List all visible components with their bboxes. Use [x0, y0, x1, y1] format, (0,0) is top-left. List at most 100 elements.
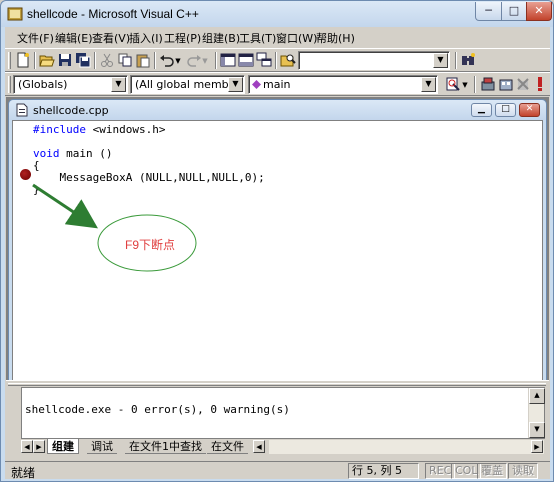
output-text-area[interactable]: shellcode.exe - 0 error(s), 0 warning(s)… — [21, 387, 545, 439]
visual-cpp-app-icon — [7, 7, 23, 21]
output-tabs: ◀ ▶ 组建 调试 在文件1中查找 在文件 ◀ ▶ — [21, 439, 545, 455]
execute-button[interactable] — [531, 76, 549, 94]
filter-combo-dropdown[interactable]: ▼ — [228, 77, 243, 92]
minimize-button[interactable]: ─ — [475, 2, 502, 21]
find-combo-dropdown[interactable]: ▼ — [433, 53, 448, 68]
tab-find-in-files-1[interactable]: 在文件1中查找 — [125, 439, 206, 454]
find-button[interactable] — [459, 52, 477, 70]
undo-dropdown[interactable]: ▼ — [173, 52, 183, 70]
output-pane-grip[interactable] — [8, 383, 546, 386]
menu-insert[interactable]: 插入(I) — [129, 30, 163, 46]
toolbar-separator — [94, 52, 96, 69]
output-vertical-scrollbar[interactable]: ▲ ▼ — [528, 388, 545, 438]
method-icon — [252, 80, 261, 89]
build-icon — [499, 79, 513, 91]
status-bar: 就绪 行 5, 列 5 REC COL 覆盖 读取 — [5, 461, 550, 480]
toolbar-separator — [154, 52, 156, 69]
find-combo[interactable]: ▼ — [298, 51, 450, 70]
open-button[interactable] — [38, 52, 56, 70]
paste-icon — [136, 54, 150, 68]
output-pane: shellcode.exe - 0 error(s), 0 warning(s)… — [6, 380, 549, 460]
scroll-down-button[interactable]: ▼ — [529, 422, 545, 438]
workspace-icon — [220, 53, 236, 67]
menu-view[interactable]: 查看(V) — [92, 30, 130, 46]
tab-build[interactable]: 组建 — [47, 439, 79, 454]
redo-dropdown[interactable]: ▼ — [200, 52, 210, 70]
annotation-text: F9下断点 — [125, 238, 176, 252]
toolbar-separator — [275, 52, 277, 69]
tabs-scroll-right-button[interactable]: ▶ — [33, 440, 45, 453]
build-button[interactable] — [497, 76, 515, 94]
save-all-icon — [76, 53, 91, 68]
member-combo-dropdown[interactable]: ▼ — [421, 77, 436, 92]
copy-icon — [118, 53, 132, 67]
toolbar-grip[interactable] — [8, 76, 11, 93]
save-all-button[interactable] — [74, 52, 92, 70]
menu-help[interactable]: 帮助(H) — [316, 30, 355, 46]
toolbar-separator — [215, 52, 217, 69]
overwrite-indicator: 覆盖 — [477, 463, 507, 479]
client-area: 文件(F) 编辑(E) 查看(V) 插入(I) 工程(P) 组建(B) 工具(T… — [5, 27, 550, 480]
annotation-overlay — [32, 183, 197, 272]
menu-build[interactable]: 组建(B) — [202, 30, 240, 46]
open-folder-icon — [39, 55, 55, 67]
window-list-icon — [256, 52, 272, 67]
class-combo[interactable]: (Globals) ▼ — [13, 75, 128, 94]
filter-combo[interactable]: (All global members ▼ — [130, 75, 245, 94]
menu-bar: 文件(F) 编辑(E) 查看(V) 插入(I) 工程(P) 组建(B) 工具(T… — [5, 27, 550, 47]
build-output-text: shellcode.exe - 0 error(s), 0 warning(s) — [25, 403, 290, 416]
wizard-action-dropdown[interactable]: ▼ — [460, 76, 470, 94]
compile-icon — [481, 77, 495, 91]
stop-build-icon — [517, 78, 529, 90]
toolbar-grip[interactable] — [8, 52, 11, 69]
save-icon — [59, 54, 71, 66]
menu-edit[interactable]: 编辑(E) — [55, 30, 93, 46]
cpp-file-icon — [16, 103, 28, 117]
document-maximize-button[interactable]: □ — [495, 103, 516, 117]
document-minimize-button[interactable]: ▁ — [471, 103, 492, 117]
menu-project[interactable]: 工程(P) — [164, 30, 201, 46]
standard-toolbar: ▼ ▼ ▼ — [5, 48, 550, 72]
binoculars-icon — [462, 53, 475, 65]
class-combo-dropdown[interactable]: ▼ — [111, 77, 126, 92]
document-title-bar[interactable]: shellcode.cpp ▁ □ ✕ — [9, 100, 546, 120]
menu-tools[interactable]: 工具(T) — [239, 30, 276, 46]
paste-button[interactable] — [134, 52, 152, 70]
tabs-hscroll-left-button[interactable]: ◀ — [253, 440, 265, 453]
toolbar-separator — [474, 76, 476, 93]
document-window: shellcode.cpp ▁ □ ✕ #include <windows.h>… — [8, 99, 547, 401]
close-button[interactable]: ✕ — [526, 2, 552, 21]
copy-button[interactable] — [116, 52, 134, 70]
menu-window[interactable]: 窗口(W) — [276, 30, 317, 46]
annotation-arrow — [32, 183, 98, 229]
wizard-bar: (Globals) ▼ (All global members ▼ main ▼… — [5, 72, 550, 96]
scroll-up-button[interactable]: ▲ — [529, 388, 545, 404]
stop-build-button[interactable] — [514, 76, 532, 94]
output-horizontal-scrollbar[interactable] — [269, 440, 544, 454]
find-in-files-icon — [280, 54, 296, 67]
maximize-button[interactable]: □ — [501, 2, 527, 21]
exclamation-icon — [538, 77, 542, 91]
code-editor[interactable]: #include <windows.h> void main () { Mess… — [12, 120, 543, 398]
tab-debug[interactable]: 调试 — [87, 439, 117, 454]
mdi-client-area: shellcode.cpp ▁ □ ✕ #include <windows.h>… — [6, 97, 549, 403]
window-list-button[interactable] — [255, 52, 273, 70]
save-button[interactable] — [56, 52, 74, 70]
new-file-button[interactable] — [14, 52, 32, 70]
member-combo[interactable]: main ▼ — [248, 75, 438, 94]
tabs-scroll-left-button[interactable]: ◀ — [21, 440, 33, 453]
wizard-action-icon — [446, 77, 460, 91]
workspace-button[interactable] — [219, 52, 237, 70]
cut-icon — [101, 53, 113, 67]
cut-button[interactable] — [98, 52, 116, 70]
compile-button[interactable] — [479, 76, 497, 94]
title-bar[interactable]: shellcode - Microsoft Visual C++ ─ □ ✕ — [1, 1, 553, 27]
tab-find-in-files-2[interactable]: 在文件 — [207, 439, 248, 454]
find-in-files-button[interactable] — [279, 52, 297, 70]
document-close-button[interactable]: ✕ — [519, 103, 540, 117]
read-only-indicator: 读取 — [508, 463, 538, 479]
output-window-button[interactable] — [237, 52, 255, 70]
hscroll-right-button[interactable]: ▶ — [531, 440, 543, 453]
menu-file[interactable]: 文件(F) — [17, 30, 54, 46]
toolbar-separator — [455, 52, 457, 69]
